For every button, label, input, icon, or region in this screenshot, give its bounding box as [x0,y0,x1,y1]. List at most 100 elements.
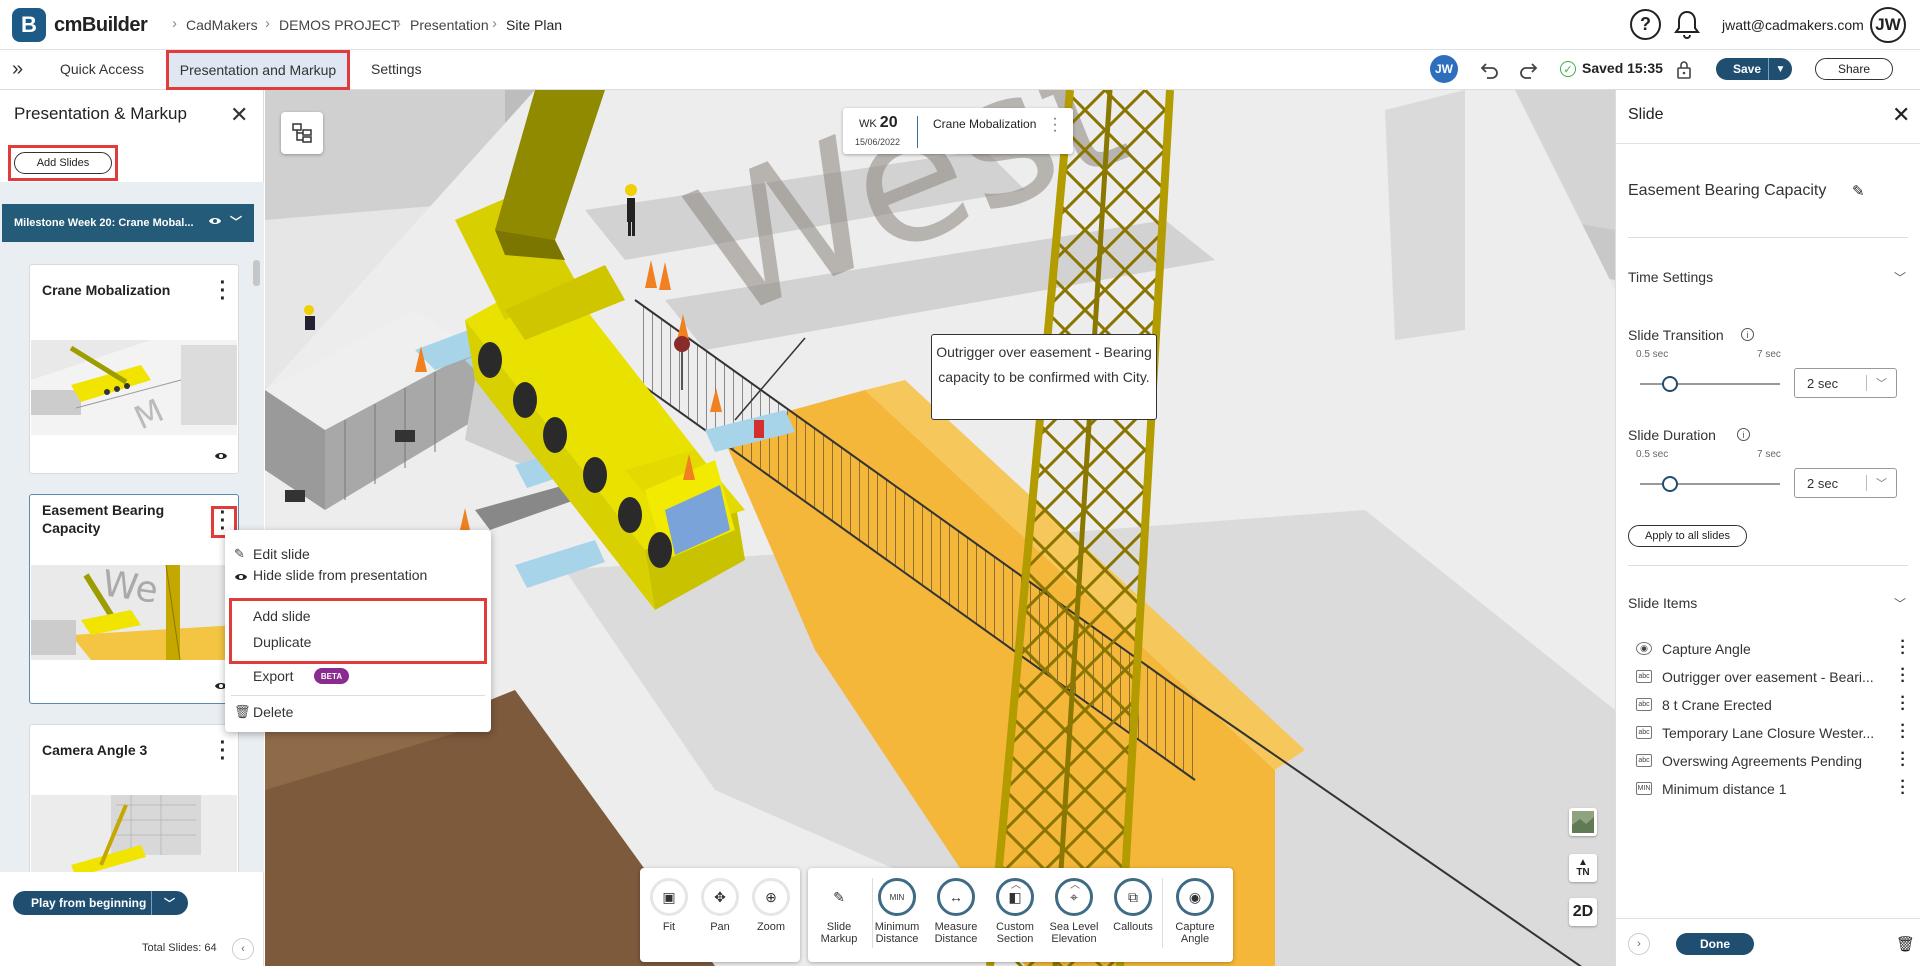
chevron-down-icon[interactable]: ▼ [1768,58,1792,80]
menu-item-hide-slide[interactable]: Hide slide from presentation [253,567,427,583]
slide-title: Crane Mobalization [42,282,171,298]
time-settings-header[interactable]: Time Settings [1628,269,1713,285]
more-options-icon[interactable]: · · · [1899,718,1907,746]
week-number: 20 [879,114,898,131]
timeline-date-card[interactable]: WK 20 15/06/2022 Crane Mobalization · · · [843,108,1073,154]
menu-item-delete[interactable]: Delete [253,704,293,720]
breadcrumb-item[interactable]: CadMakers [186,17,258,33]
chevron-down-icon[interactable]: ﹀ [151,891,187,915]
more-options-icon[interactable]: · · · [1899,774,1907,802]
more-options-icon[interactable]: · · · [1051,111,1059,139]
minimum-distance-tool[interactable]: MIN Minimum Distance [870,878,924,945]
chevron-down-icon[interactable]: ﹀ [1894,269,1906,286]
menu-item-duplicate[interactable]: Duplicate [253,634,311,650]
fit-tool[interactable]: ▣ Fit [642,878,696,933]
tab-presentation-and-markup[interactable]: Presentation and Markup [166,50,350,90]
more-options-icon[interactable]: · · · [1899,690,1907,718]
add-slides-button[interactable]: Add Slides [14,152,112,174]
capture-angle-tool[interactable]: ◉ Capture Angle [1168,878,1222,945]
breadcrumb-item[interactable]: DEMOS PROJECT [279,17,400,33]
save-button[interactable]: Save ▼ [1716,58,1792,80]
divider [1616,918,1920,919]
play-from-beginning-button[interactable]: Play from beginning ﹀ [13,891,188,915]
edit-name-icon[interactable]: ✎ [1852,182,1865,200]
tab-quick-access[interactable]: Quick Access [60,61,144,77]
measure-distance-tool[interactable]: ↔ Measure Distance [929,878,983,945]
more-options-icon[interactable]: · · · [1899,662,1907,690]
lock-icon[interactable] [1676,60,1692,80]
duration-select[interactable]: 2 sec ﹀ [1794,468,1897,498]
panel-title: Slide [1628,106,1664,123]
zoom-tool[interactable]: ⊕ Zoom [744,878,798,933]
tab-settings[interactable]: Settings [371,61,422,77]
caret-up-icon[interactable]: ︿ [1011,876,1021,891]
more-options-icon[interactable]: · · · [218,273,228,309]
redo-icon[interactable] [1518,59,1540,81]
info-icon[interactable]: i [1737,428,1750,441]
chevron-down-icon[interactable]: ﹀ [230,213,242,230]
slider-handle[interactable] [1662,476,1678,492]
map-icon[interactable] [1569,808,1597,836]
callout-label[interactable]: Outrigger over easement - Bearing capaci… [931,334,1157,420]
more-options-icon[interactable]: · · · [218,733,228,769]
menu-item-edit-slide[interactable]: Edit slide [253,546,310,562]
more-options-icon[interactable]: · · · [1899,746,1907,774]
north-label: TN [1576,867,1590,878]
collaborator-avatar[interactable]: JW [1430,55,1458,83]
slide-item[interactable]: abc Temporary Lane Closure Wester... · · · [1636,718,1916,746]
slide-card[interactable]: Crane Mobalization · · · M [29,264,239,474]
slide-duration-slider[interactable] [1640,483,1780,485]
slide-card[interactable]: Camera Angle 3 · · · [29,724,239,872]
model-tree-button[interactable] [281,112,323,154]
sea-level-elevation-tool[interactable]: ︿ ⌖ Sea Level Elevation [1047,878,1101,945]
more-options-icon[interactable]: · · · [1899,634,1907,662]
slide-transition-slider[interactable] [1640,383,1780,385]
slide-items-header[interactable]: Slide Items [1628,595,1697,611]
slide-markup-tool[interactable]: ✎ Slide Markup [812,878,866,945]
undo-icon[interactable] [1478,59,1500,81]
slide-item[interactable]: MIN Minimum distance 1 · · · [1636,774,1916,802]
slide-item[interactable]: abc Overswing Agreements Pending · · · [1636,746,1916,774]
slide-item[interactable]: abc Outrigger over easement - Beari... · · · [1636,662,1916,690]
caret-up-icon[interactable]: ︿ [1070,876,1080,891]
callouts-tool[interactable]: ⧉ Callouts [1106,878,1160,933]
trash-icon[interactable]: 🗑 [1896,935,1915,953]
share-button[interactable]: Share [1815,58,1893,80]
pan-icon: ✥ [701,878,739,916]
slide-item[interactable]: abc 8 t Crane Erected · · · [1636,690,1916,718]
chevron-down-icon[interactable]: ﹀ [1894,595,1906,612]
milestone-header[interactable]: Milestone Week 20: Crane Mobal... ﹀ [2,204,254,242]
help-icon[interactable]: ? [1630,9,1661,40]
slide-item[interactable]: ◉ Capture Angle · · · [1636,634,1916,662]
breadcrumb-item[interactable]: Presentation [410,17,489,33]
user-avatar[interactable]: JW [1870,7,1906,43]
divider [1616,143,1920,144]
top-bar: B cmBuilder › CadMakers › DEMOS PROJECT … [0,0,1920,50]
cmbuilder-logo[interactable]: B [12,8,46,42]
eye-icon[interactable] [208,216,222,226]
chevron-left-icon[interactable]: ‹ [232,938,254,960]
close-icon[interactable]: ✕ [1892,102,1910,128]
close-icon[interactable]: ✕ [230,102,248,128]
menu-item-export[interactable]: Export [253,668,293,684]
view-mode-toggle[interactable]: 2D [1569,898,1597,926]
done-button[interactable]: Done [1676,933,1754,955]
eye-icon[interactable] [214,451,228,461]
pan-tool[interactable]: ✥ Pan [693,878,747,933]
chevron-right-icon[interactable]: › [1628,933,1650,955]
transition-select[interactable]: 2 sec ﹀ [1794,368,1897,398]
tool-label: Sea Level Elevation [1049,921,1099,945]
slide-title: Easement Bearing Capacity [42,502,165,536]
true-north-button[interactable]: ▲ TN [1569,854,1597,882]
menu-item-add-slide[interactable]: Add slide [253,608,311,624]
beta-badge: BETA [314,668,349,684]
slide-card-selected[interactable]: Easement Bearing Capacity · · · We [29,494,239,704]
bell-icon[interactable] [1672,9,1702,41]
apply-to-all-button[interactable]: Apply to all slides [1628,525,1747,547]
slider-handle[interactable] [1662,376,1678,392]
expand-panel-icon[interactable]: » [12,58,23,81]
3d-viewport[interactable]: West WK 20 15/06/2022 Crane Mobalization… [265,90,1615,966]
scrollbar-thumb[interactable] [253,260,260,286]
custom-section-tool[interactable]: ︿ ◧ Custom Section [988,878,1042,945]
info-icon[interactable]: i [1741,328,1754,341]
